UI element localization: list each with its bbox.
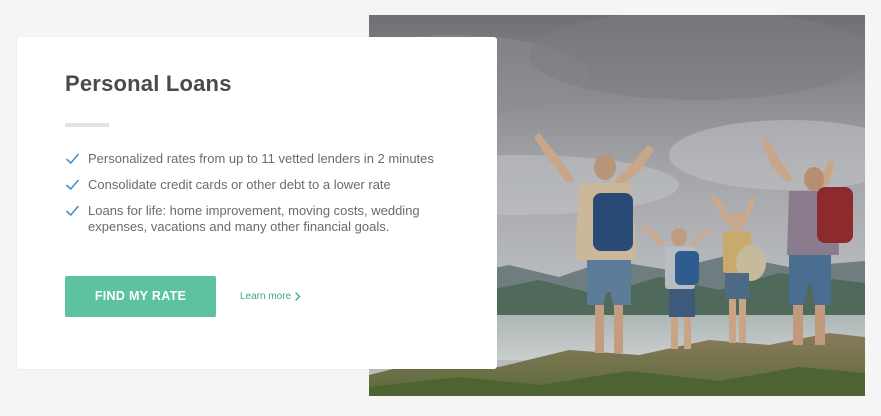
loan-card: Personal Loans Personalized rates from u… — [17, 37, 497, 369]
check-icon — [66, 153, 79, 164]
feature-item: Loans for life: home improvement, moving… — [65, 203, 465, 235]
check-icon — [66, 205, 79, 216]
feature-item: Personalized rates from up to 11 vetted … — [65, 151, 465, 167]
page-title: Personal Loans — [65, 71, 232, 96]
feature-text: Loans for life: home improvement, moving… — [88, 203, 420, 234]
feature-text: Consolidate credit cards or other debt t… — [88, 177, 391, 192]
title-divider — [65, 123, 109, 127]
feature-text: Personalized rates from up to 11 vetted … — [88, 151, 434, 166]
chevron-right-icon — [295, 292, 301, 301]
feature-item: Consolidate credit cards or other debt t… — [65, 177, 465, 193]
check-icon — [66, 179, 79, 190]
learn-more-label: Learn more — [240, 291, 292, 302]
learn-more-link[interactable]: Learn more — [240, 291, 301, 302]
feature-list: Personalized rates from up to 11 vetted … — [65, 151, 465, 245]
find-my-rate-button[interactable]: FIND MY RATE — [65, 276, 216, 317]
